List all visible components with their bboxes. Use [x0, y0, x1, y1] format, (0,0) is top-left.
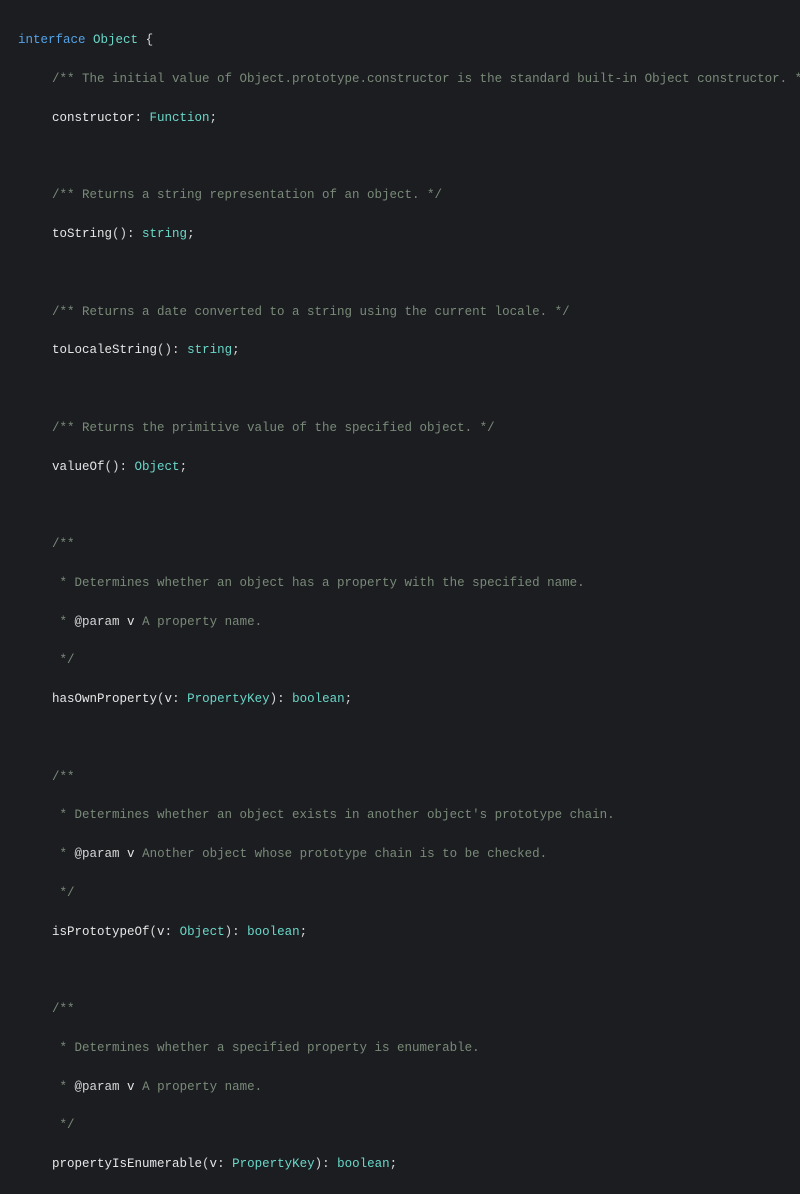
kw-interface: interface: [18, 33, 86, 47]
member-valueof: valueOf(): Object;: [18, 458, 187, 477]
comment-isproto-desc: * Determines whether an object exists in…: [18, 806, 615, 825]
comment-tolocalestring: /** Returns a date converted to a string…: [18, 303, 570, 322]
member-tolocalestring: toLocaleString(): string;: [18, 341, 240, 360]
member-tostring: toString(): string;: [18, 225, 195, 244]
line-interface: interface Object {: [18, 31, 782, 50]
type-function: Function: [150, 111, 210, 125]
comment-propenum-open: /**: [18, 1000, 75, 1019]
comment-propenum-close: */: [18, 1116, 75, 1135]
comment-tostring: /** Returns a string representation of a…: [18, 186, 442, 205]
member-constructor: constructor: Function;: [18, 109, 217, 128]
comment-isproto-param: * @param v Another object whose prototyp…: [18, 845, 547, 864]
comment-hasown-param: * @param v A property name.: [18, 613, 262, 632]
comment-valueof: /** Returns the primitive value of the s…: [18, 419, 495, 438]
comment-hasown-close: */: [18, 651, 75, 670]
member-name: constructor: [52, 111, 135, 125]
comment-isproto-close: */: [18, 884, 75, 903]
member-propertyisenumerable: propertyIsEnumerable(v: PropertyKey): bo…: [18, 1155, 397, 1174]
member-isprototypeof: isPrototypeOf(v: Object): boolean;: [18, 923, 307, 942]
comment-propenum-param: * @param v A property name.: [18, 1078, 262, 1097]
comment-isproto-open: /**: [18, 768, 75, 787]
code-block: interface Object { /** The initial value…: [0, 0, 800, 597]
comment-constructor: /** The initial value of Object.prototyp…: [18, 70, 800, 89]
member-hasownproperty: hasOwnProperty(v: PropertyKey): boolean;: [18, 690, 352, 709]
brace-open: {: [146, 33, 154, 47]
comment-propenum-desc: * Determines whether a specified propert…: [18, 1039, 480, 1058]
jsdoc-param-tag: @param: [75, 615, 120, 629]
comment-hasown-open: /**: [18, 535, 75, 554]
type-object: Object: [93, 33, 138, 47]
comment-hasown-desc: * Determines whether an object has a pro…: [18, 574, 585, 593]
